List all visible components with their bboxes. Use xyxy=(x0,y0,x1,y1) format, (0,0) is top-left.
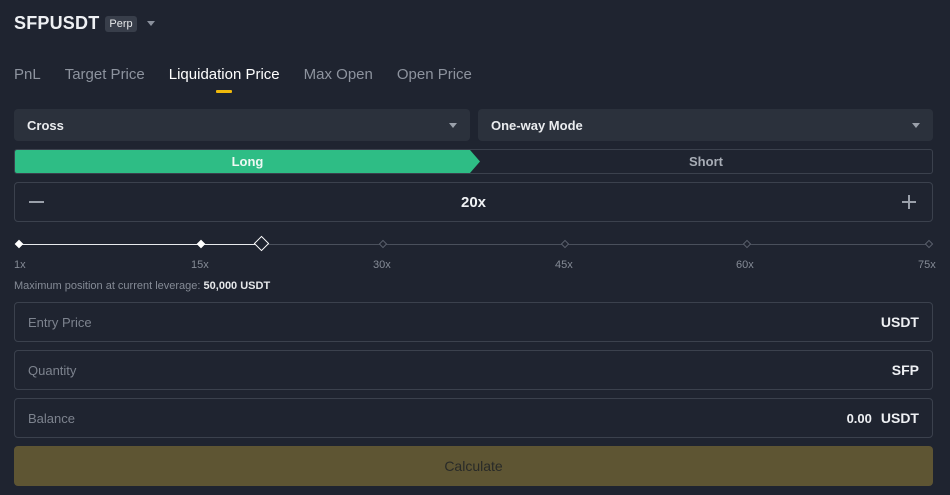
quantity-input[interactable] xyxy=(28,362,892,378)
symbol-header[interactable]: SFPUSDT Perp xyxy=(14,13,155,34)
margin-mode-value: Cross xyxy=(27,117,64,133)
slider-tick[interactable] xyxy=(560,239,570,249)
tick-label-45x: 45x xyxy=(555,259,573,271)
slider-tick[interactable] xyxy=(742,239,752,249)
entry-price-unit: USDT xyxy=(880,314,919,330)
slider-tick[interactable] xyxy=(924,239,934,249)
max-position-label: Maximum position at current leverage: xyxy=(14,280,201,292)
tick-label-60x: 60x xyxy=(736,259,754,271)
tick-label-15x: 15x xyxy=(191,259,209,271)
margin-mode-select[interactable]: Cross xyxy=(14,109,470,141)
balance-amount: 0.00 xyxy=(846,410,872,426)
quantity-unit: SFP xyxy=(891,362,919,378)
slider-fill xyxy=(19,244,262,245)
side-toggle: Long Short xyxy=(14,149,933,174)
tab-pnl[interactable]: PnL xyxy=(14,66,41,84)
entry-price-field: USDT xyxy=(14,302,933,342)
slider-tick[interactable] xyxy=(378,239,388,249)
quantity-field: SFP xyxy=(14,350,933,390)
chevron-down-icon xyxy=(449,122,457,128)
tick-label-30x: 30x xyxy=(373,259,391,271)
plus-icon[interactable] xyxy=(902,195,916,209)
perp-badge: Perp xyxy=(105,15,137,32)
slider-tick[interactable] xyxy=(196,239,206,249)
slider-tick[interactable] xyxy=(14,239,24,249)
tab-open-price[interactable]: Open Price xyxy=(397,66,472,84)
chevron-down-icon xyxy=(912,122,920,128)
position-mode-select[interactable]: One-way Mode xyxy=(478,109,933,141)
max-position-info: Maximum position at current leverage: 50… xyxy=(14,280,270,292)
max-position-value: 50,000 USDT xyxy=(203,280,271,292)
short-button[interactable]: Short xyxy=(480,150,932,173)
leverage-value[interactable]: 20x xyxy=(15,194,932,211)
slider-thumb[interactable] xyxy=(253,235,269,252)
long-button[interactable]: Long xyxy=(15,150,480,173)
tick-label-75x: 75x xyxy=(918,259,936,271)
tab-target-price[interactable]: Target Price xyxy=(65,66,145,84)
balance-field: 0.00 USDT xyxy=(14,398,933,438)
chevron-down-icon[interactable] xyxy=(146,21,155,26)
balance-unit: USDT xyxy=(880,410,919,426)
tab-liquidation-price[interactable]: Liquidation Price xyxy=(169,66,280,93)
leverage-stepper: 20x xyxy=(14,182,933,222)
calculator-tabs: PnL Target Price Liquidation Price Max O… xyxy=(14,66,496,93)
calculate-button[interactable]: Calculate xyxy=(14,446,933,486)
entry-price-input[interactable] xyxy=(28,314,881,330)
symbol-name: SFPUSDT xyxy=(14,13,100,33)
leverage-slider[interactable] xyxy=(14,235,934,252)
position-mode-value: One-way Mode xyxy=(491,117,583,133)
balance-input[interactable] xyxy=(28,410,847,426)
tab-max-open[interactable]: Max Open xyxy=(304,66,373,84)
tick-label-1x: 1x xyxy=(14,259,26,271)
